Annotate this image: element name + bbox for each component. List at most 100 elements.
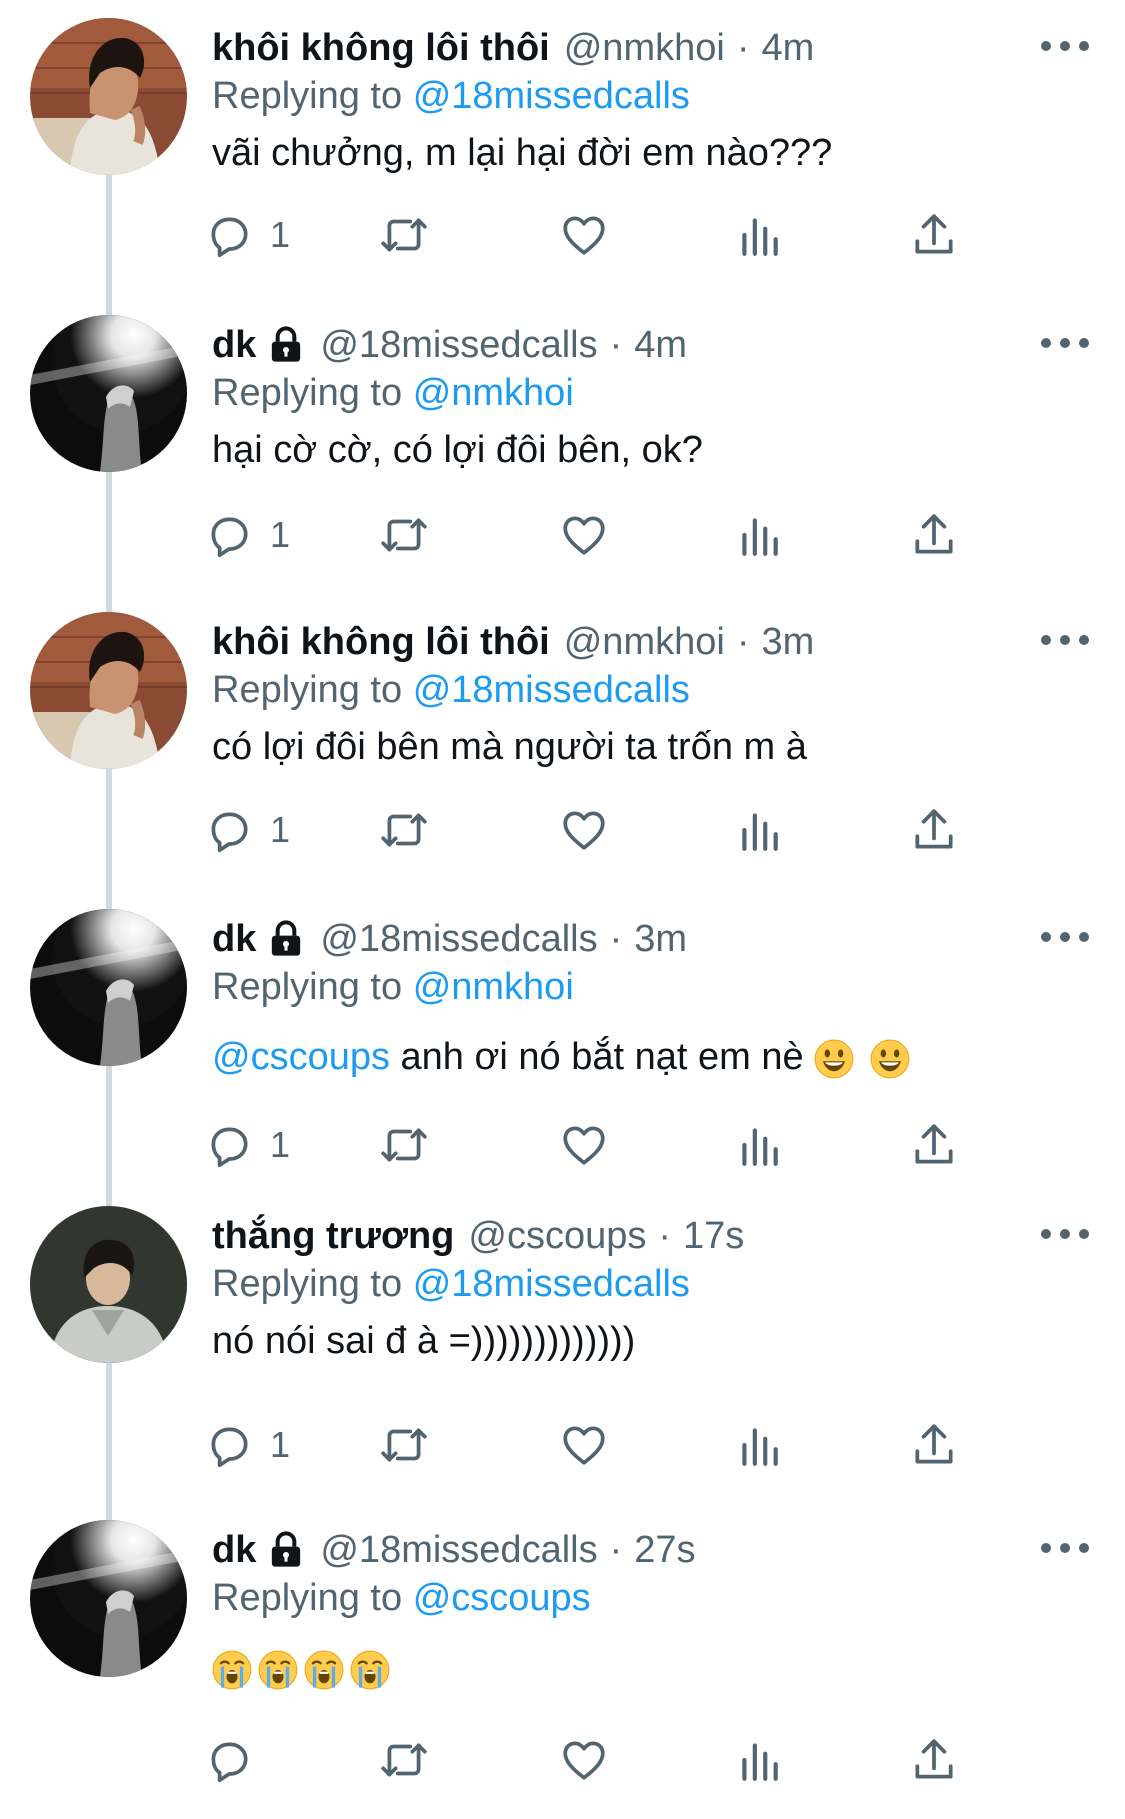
more-options-icon[interactable] [1041,917,1089,957]
more-options-icon[interactable] [1041,1214,1089,1254]
view-stats-button[interactable] [734,800,784,860]
bar-chart-icon [734,510,784,560]
reply-thread: khôi không lôi thôi @nmkhoi · 4m Replyin… [0,0,1125,1819]
reply-count: 1 [270,1424,291,1465]
crying-face-icon [212,1650,252,1690]
smiley-icon [870,1039,910,1079]
crying-face-icon [350,1650,390,1690]
replying-to-mention[interactable]: @18missedcalls [413,1263,690,1305]
replying-to-mention[interactable]: @nmkhoi [413,966,574,1008]
reply-button[interactable] [204,1730,254,1790]
avatar[interactable] [30,18,187,175]
share-button[interactable] [909,1415,959,1475]
retweet-button[interactable] [379,800,429,860]
reply-button[interactable]: 1 [204,800,290,860]
replying-to-mention[interactable]: @18missedcalls [413,669,690,711]
retweet-button[interactable] [379,505,429,565]
share-icon [909,1120,959,1170]
avatar[interactable] [30,1206,187,1363]
mention-link[interactable]: @cscoups [212,1036,390,1078]
like-button[interactable] [559,800,609,860]
replying-to-label: Replying to [212,669,403,711]
tweet-text: hại cờ cờ, có lợi đôi bên, ok? [212,420,703,480]
thread-connector-line [106,472,112,612]
retweet-button[interactable] [379,205,429,265]
replying-to: Replying to @nmkhoi [212,957,574,1017]
reply-icon [204,1735,254,1785]
retweet-icon [379,805,429,855]
reply-button[interactable]: 1 [204,1415,290,1475]
avatar[interactable] [30,612,187,769]
heart-icon [559,210,609,260]
retweet-button[interactable] [379,1115,429,1175]
tweet-actions: 1 [211,1115,1012,1175]
heart-icon [559,510,609,560]
more-options-icon[interactable] [1041,323,1089,363]
tweet-text-content: hại cờ cờ, có lợi đôi bên, ok? [212,429,703,471]
more-options-icon[interactable] [1041,1528,1089,1568]
smiley-icon [814,1039,854,1079]
replying-to-mention[interactable]: @cscoups [413,1577,591,1619]
tweet-text-content: có lợi đôi bên mà người ta trốn m à [212,726,807,768]
share-icon [909,1420,959,1470]
bar-chart-icon [734,1120,784,1170]
thread-connector-line [106,175,112,315]
replying-to-label: Replying to [212,966,403,1008]
reply-icon [204,1420,254,1470]
separator-dot: · [736,27,750,69]
share-icon [909,210,959,260]
share-icon [909,1735,959,1785]
reply-count: 1 [270,514,291,555]
lock-icon [266,325,306,365]
reply-button[interactable]: 1 [204,1115,290,1175]
like-button[interactable] [559,1730,609,1790]
avatar[interactable] [30,1520,187,1677]
tweet-text [212,1638,396,1698]
tweet-actions [211,1730,1012,1790]
timestamp[interactable]: 3m [634,909,687,969]
share-button[interactable] [909,1115,959,1175]
replying-to-mention[interactable]: @18missedcalls [413,75,690,117]
retweet-icon [379,1420,429,1470]
like-button[interactable] [559,1415,609,1475]
lock-icon [266,919,306,959]
timestamp[interactable]: 27s [634,1520,695,1580]
like-button[interactable] [559,505,609,565]
view-stats-button[interactable] [734,205,784,265]
view-stats-button[interactable] [734,505,784,565]
separator-dot: · [609,918,623,960]
more-options-icon[interactable] [1041,620,1089,660]
like-button[interactable] [559,1115,609,1175]
heart-icon [559,805,609,855]
retweet-button[interactable] [379,1730,429,1790]
like-button[interactable] [559,205,609,265]
timestamp[interactable]: 4m [761,18,814,78]
timestamp[interactable]: 4m [634,315,687,375]
share-button[interactable] [909,1730,959,1790]
reply-button[interactable]: 1 [204,205,290,265]
thread-connector-line [106,1066,112,1206]
retweet-icon [379,210,429,260]
replying-to-mention[interactable]: @nmkhoi [413,372,574,414]
timestamp[interactable]: 3m [761,612,814,672]
view-stats-button[interactable] [734,1115,784,1175]
reply-count: 1 [270,1124,291,1165]
reply-icon [204,510,254,560]
share-button[interactable] [909,205,959,265]
crying-face-icon [258,1650,298,1690]
share-button[interactable] [909,505,959,565]
tweet-text: @cscoups anh ơi nó bắt nạt em nè [212,1027,916,1087]
reply-button[interactable]: 1 [204,505,290,565]
more-options-icon[interactable] [1041,26,1089,66]
retweet-button[interactable] [379,1415,429,1475]
replying-to: Replying to @18missedcalls [212,660,690,720]
avatar[interactable] [30,909,187,1066]
crying-face-icon [304,1650,344,1690]
timestamp[interactable]: 17s [683,1206,744,1266]
avatar[interactable] [30,315,187,472]
share-button[interactable] [909,800,959,860]
thread-connector-line [106,769,112,909]
view-stats-button[interactable] [734,1415,784,1475]
view-stats-button[interactable] [734,1730,784,1790]
replying-to-label: Replying to [212,372,403,414]
